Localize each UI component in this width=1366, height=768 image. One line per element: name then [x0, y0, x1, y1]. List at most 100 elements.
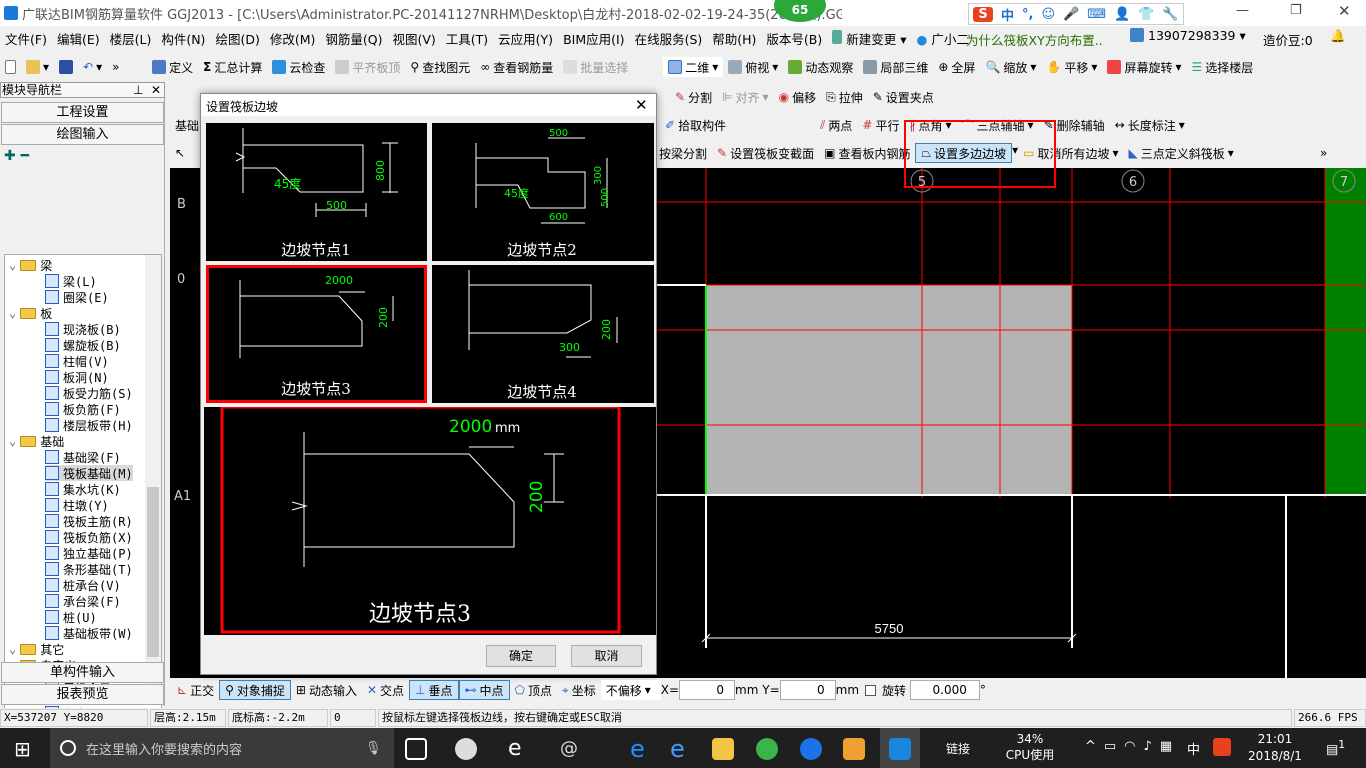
- perpendicular-snap[interactable]: ⊥ 垂点: [409, 680, 459, 700]
- edge-icon[interactable]: e: [630, 737, 652, 761]
- draw-input-tab[interactable]: 绘图输入: [1, 124, 164, 145]
- minimize-button[interactable]: —: [1236, 3, 1249, 18]
- scroll-thumb[interactable]: [147, 487, 159, 657]
- dynamic-input-toggle[interactable]: ⊞ 动态输入: [291, 680, 362, 700]
- tree-item[interactable]: 柱帽(V): [45, 353, 109, 369]
- search-box[interactable]: 在这里输入你要搜索的内容 🎙: [50, 728, 394, 768]
- ggj-taskbar-item[interactable]: [880, 728, 920, 768]
- menu-assistant[interactable]: ● 广小二: [912, 29, 974, 48]
- tree-folder[interactable]: ⌄ 基础: [9, 433, 64, 449]
- menu-version[interactable]: 版本号(B): [761, 29, 827, 48]
- tree-folder[interactable]: ⌄ 梁: [9, 257, 52, 273]
- view-2d-button[interactable]: 二维 ▾: [663, 57, 724, 77]
- nav-close-icon[interactable]: ✕: [151, 83, 161, 97]
- menu-cloud[interactable]: 云应用(Y): [493, 29, 558, 48]
- tree-item[interactable]: 现浇板(B): [45, 321, 121, 337]
- ie-icon[interactable]: e: [508, 738, 530, 760]
- tree-item[interactable]: 板受力筋(S): [45, 385, 133, 401]
- pin-icon[interactable]: ⊥: [133, 83, 143, 97]
- foundation-combo[interactable]: 基础: [170, 115, 204, 135]
- rotate-screen-button[interactable]: 屏幕旋转 ▾: [1102, 57, 1186, 77]
- notice-link[interactable]: 为什么筏板XY方向布置..: [966, 30, 1103, 49]
- cancel-button[interactable]: 取消: [571, 645, 642, 667]
- ime-lang[interactable]: 中: [1001, 5, 1014, 24]
- report-preview-tab[interactable]: 报表预览: [1, 684, 164, 705]
- cpu-widget[interactable]: 34% CPU使用: [990, 731, 1070, 763]
- expand-collapse-icons[interactable]: ✚ ━: [4, 148, 29, 164]
- mic-icon[interactable]: 🎙: [365, 741, 382, 756]
- component-tree[interactable]: ⌄ 梁梁(L) 圈梁(E) ⌄ 板现浇板(B) 螺旋板(B) 柱帽(V) 板洞(N) 板受力筋(…: [4, 254, 162, 722]
- define-button[interactable]: 定义: [147, 57, 198, 77]
- start-button[interactable]: ⊞: [14, 737, 31, 761]
- tree-item[interactable]: 条形基础(T): [45, 561, 133, 577]
- ime-toolbar[interactable]: S 中 °, ☺ 🎤 ⌨ 👤 👕 🔧: [968, 3, 1184, 25]
- slope-node-2[interactable]: 500 300 500 45度 600 边坡节点2: [432, 123, 654, 261]
- fullscreen-button[interactable]: ⊕ 全屏: [933, 57, 980, 77]
- two-point-axis-button[interactable]: ⫽ 两点: [815, 115, 857, 135]
- tray-icons[interactable]: ^▭◠♪▦: [1085, 739, 1180, 754]
- menu-tools[interactable]: 工具(T): [441, 29, 493, 48]
- pick-component-button[interactable]: ✐ 拾取构件: [660, 115, 731, 135]
- zoom-button[interactable]: 🔍 缩放 ▾: [980, 57, 1041, 77]
- batch-select-button[interactable]: 批量选择: [558, 57, 633, 77]
- three-point-slope-button[interactable]: ◣ 三点定义斜筏板 ▾: [1124, 143, 1239, 163]
- tree-item[interactable]: 基础梁(F): [45, 449, 121, 465]
- notification-center-icon[interactable]: ▤1: [1326, 738, 1345, 757]
- split-button[interactable]: ✎ 分割: [670, 87, 717, 107]
- tree-item[interactable]: 板负筋(F): [45, 401, 121, 417]
- menu-view[interactable]: 视图(V): [387, 29, 440, 48]
- select-floor-button[interactable]: ☰ 选择楼层: [1186, 57, 1258, 77]
- set-grip-button[interactable]: ✎ 设置夹点: [868, 87, 939, 107]
- menu-online[interactable]: 在线服务(S): [630, 29, 708, 48]
- menu-file[interactable]: 文件(F): [0, 29, 52, 48]
- browser-360-icon[interactable]: [756, 738, 778, 760]
- view-rebar-button[interactable]: ∞ 查看钢筋量: [475, 57, 558, 77]
- find-element-button[interactable]: ⚲ 查找图元: [405, 57, 475, 77]
- tree-item[interactable]: 楼层板带(H): [45, 417, 133, 433]
- tree-item[interactable]: 独立基础(P): [45, 545, 133, 561]
- menu-draw[interactable]: 绘图(D): [210, 29, 264, 48]
- tree-item[interactable]: 柱墩(Y): [45, 497, 109, 513]
- select-pointer-button[interactable]: ↖: [170, 143, 190, 163]
- user-icon[interactable]: 👤: [1114, 7, 1130, 22]
- bell-icon[interactable]: 🔔: [1330, 28, 1346, 44]
- angle-input[interactable]: 0.000: [909, 680, 980, 700]
- intersection-snap[interactable]: ✕ 交点: [362, 680, 409, 700]
- summary-calc-button[interactable]: Σ 汇总计算: [198, 57, 267, 77]
- parallel-axis-button[interactable]: # 平行: [857, 115, 904, 135]
- variable-section-button[interactable]: ✎ 设置筏板变截面: [712, 143, 819, 163]
- ie-browser-icon[interactable]: e: [670, 737, 692, 761]
- tree-item[interactable]: 集水坑(K): [45, 481, 121, 497]
- restore-button[interactable]: ❐: [1290, 3, 1302, 18]
- tray-ime[interactable]: 中: [1187, 739, 1200, 758]
- tree-folder[interactable]: ⌄ 板: [9, 305, 52, 321]
- align-slab-top-button[interactable]: 平齐板顶: [330, 57, 405, 77]
- dialog-close-button[interactable]: ✕: [635, 96, 648, 114]
- coordinate-snap[interactable]: ⌖ 坐标: [557, 680, 601, 700]
- tree-scrollbar[interactable]: [145, 255, 161, 703]
- y-input[interactable]: 0: [779, 680, 836, 700]
- project-settings-tab[interactable]: 工程设置: [1, 102, 164, 123]
- menu-floor[interactable]: 楼层(L): [105, 29, 157, 48]
- open-file-button[interactable]: ▾: [21, 57, 54, 77]
- ortho-toggle[interactable]: ⊾ 正交: [172, 680, 219, 700]
- chevron-icon[interactable]: ⌄: [9, 642, 16, 656]
- file-explorer-icon[interactable]: [712, 738, 734, 760]
- tree-item[interactable]: 基础板带(W): [45, 625, 133, 641]
- top-view-button[interactable]: 俯视 ▾: [723, 57, 783, 77]
- g-app-icon[interactable]: [800, 738, 822, 760]
- raft-slab[interactable]: [706, 285, 1072, 495]
- tree-item[interactable]: 筏板主筋(R): [45, 513, 133, 529]
- app-notify-icon[interactable]: @: [560, 738, 582, 760]
- overflow-button[interactable]: »: [1320, 146, 1327, 160]
- task-view-icon[interactable]: [405, 738, 427, 760]
- tree-item[interactable]: 筏板负筋(X): [45, 529, 133, 545]
- ime-punct[interactable]: °,: [1022, 7, 1033, 22]
- align-button[interactable]: ⊫ 对齐 ▾: [717, 87, 774, 107]
- midpoint-snap[interactable]: ⊷ 中点: [458, 680, 510, 700]
- tree-item[interactable]: 筏板基础(M): [45, 465, 133, 481]
- split-by-beam-button[interactable]: 按梁分割: [654, 143, 712, 163]
- pan-button[interactable]: ✋ 平移 ▾: [1041, 57, 1102, 77]
- x-input[interactable]: 0: [679, 680, 736, 700]
- single-component-tab[interactable]: 单构件输入: [1, 662, 164, 683]
